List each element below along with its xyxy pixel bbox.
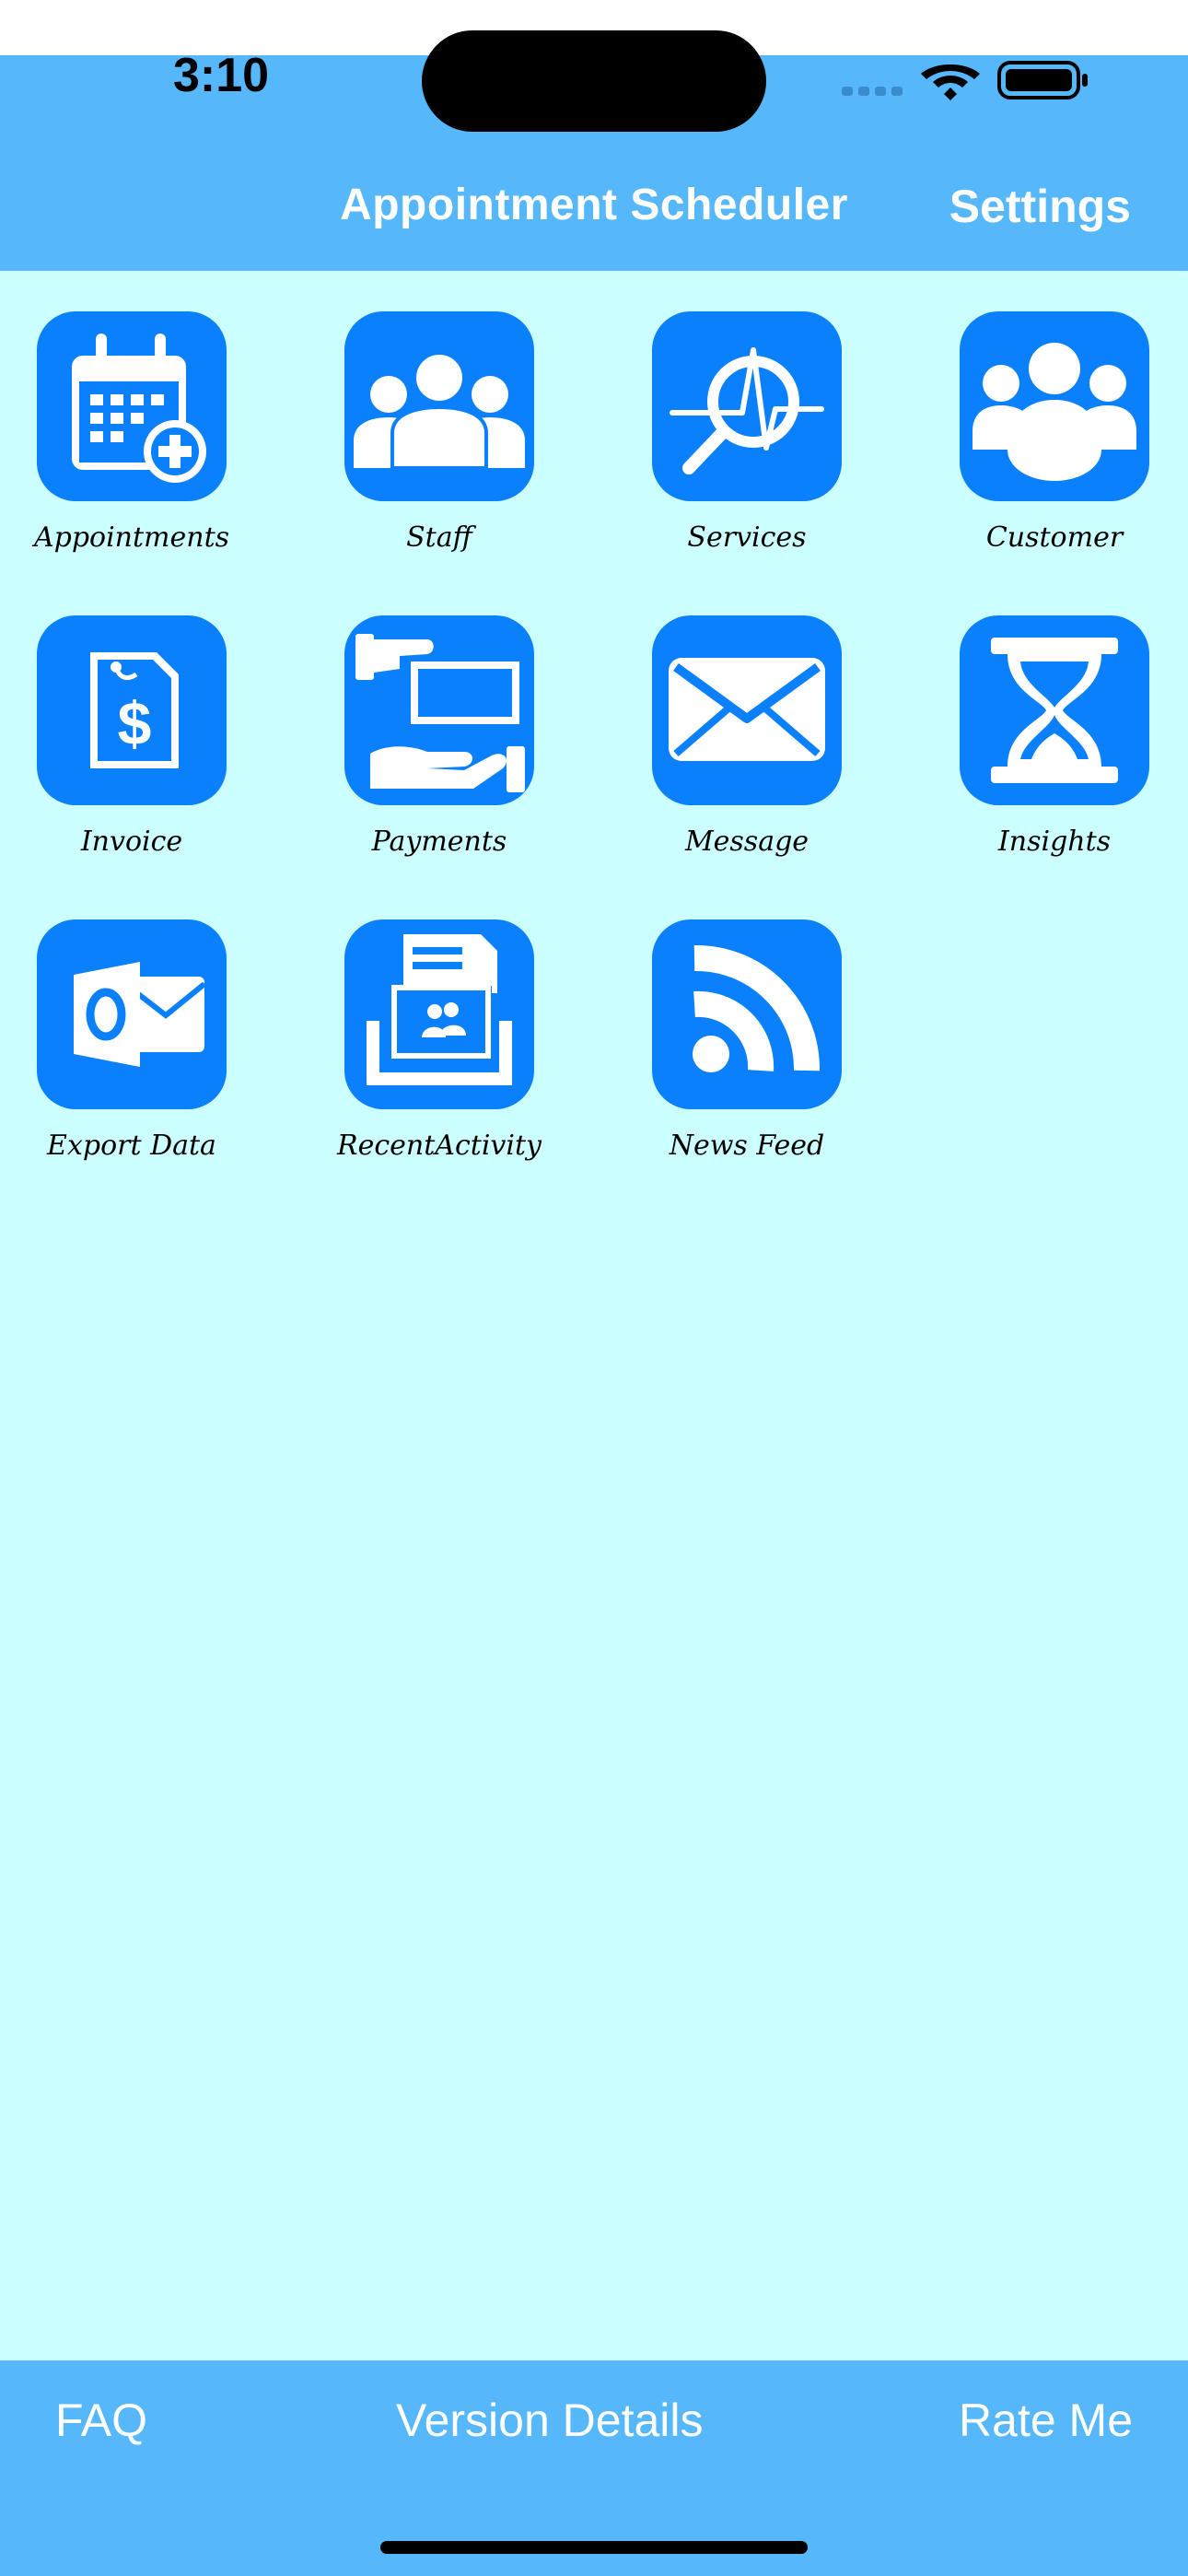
menu-label: Export Data [47, 1130, 216, 1162]
menu-label: Services [687, 521, 807, 554]
menu-item-export-data[interactable]: Export Data [17, 919, 247, 1162]
menu-item-invoice[interactable]: $ Invoice [17, 615, 247, 858]
staff-group-icon [344, 311, 534, 501]
wifi-icon [921, 64, 980, 100]
menu-item-payments[interactable]: Payments [324, 615, 554, 858]
customer-group-icon [960, 311, 1149, 501]
faq-link[interactable]: FAQ [55, 2394, 147, 2447]
envelope-icon [652, 615, 842, 805]
menu-item-customer[interactable]: Customer [939, 311, 1170, 554]
menu-label: RecentActivity [337, 1130, 542, 1162]
menu-label: Invoice [80, 825, 183, 858]
menu-label: Insights [997, 825, 1112, 858]
menu-item-insights[interactable]: Insights [939, 615, 1170, 858]
menu-item-news-feed[interactable]: News Feed [632, 919, 862, 1162]
recent-activity-icon [344, 919, 534, 1109]
hourglass-icon [960, 615, 1149, 805]
svg-text:$: $ [118, 689, 152, 757]
menu-label: Message [684, 825, 809, 858]
cellular-signal-icon [842, 87, 903, 96]
invoice-dollar-icon: $ [37, 615, 227, 805]
menu-item-message[interactable]: Message [632, 615, 862, 858]
status-time: 3:10 [173, 49, 270, 102]
rss-feed-icon [652, 919, 842, 1109]
menu-label: Payments [371, 825, 507, 858]
payment-hand-icon [344, 615, 534, 805]
menu-label: Appointments [33, 521, 230, 554]
dynamic-island [422, 30, 766, 132]
menu-item-appointments[interactable]: Appointments [17, 311, 247, 554]
menu-label: News Feed [669, 1130, 825, 1162]
menu-item-recent-activity[interactable]: RecentActivity [324, 919, 554, 1162]
status-indicators [842, 61, 1088, 100]
status-icons [838, 57, 1096, 103]
version-details-link[interactable]: Version Details [396, 2394, 704, 2447]
calendar-add-icon [37, 311, 227, 501]
menu-label: Customer [985, 521, 1124, 554]
menu-item-services[interactable]: Services [632, 311, 862, 554]
battery-icon [997, 61, 1088, 100]
outlook-export-icon [37, 919, 227, 1109]
settings-button[interactable]: Settings [949, 180, 1131, 233]
services-magnifier-icon [652, 311, 842, 501]
menu-item-staff[interactable]: Staff [324, 311, 554, 554]
home-indicator[interactable] [380, 2541, 808, 2554]
rate-me-link[interactable]: Rate Me [959, 2394, 1133, 2447]
menu-label: Staff [406, 521, 472, 554]
